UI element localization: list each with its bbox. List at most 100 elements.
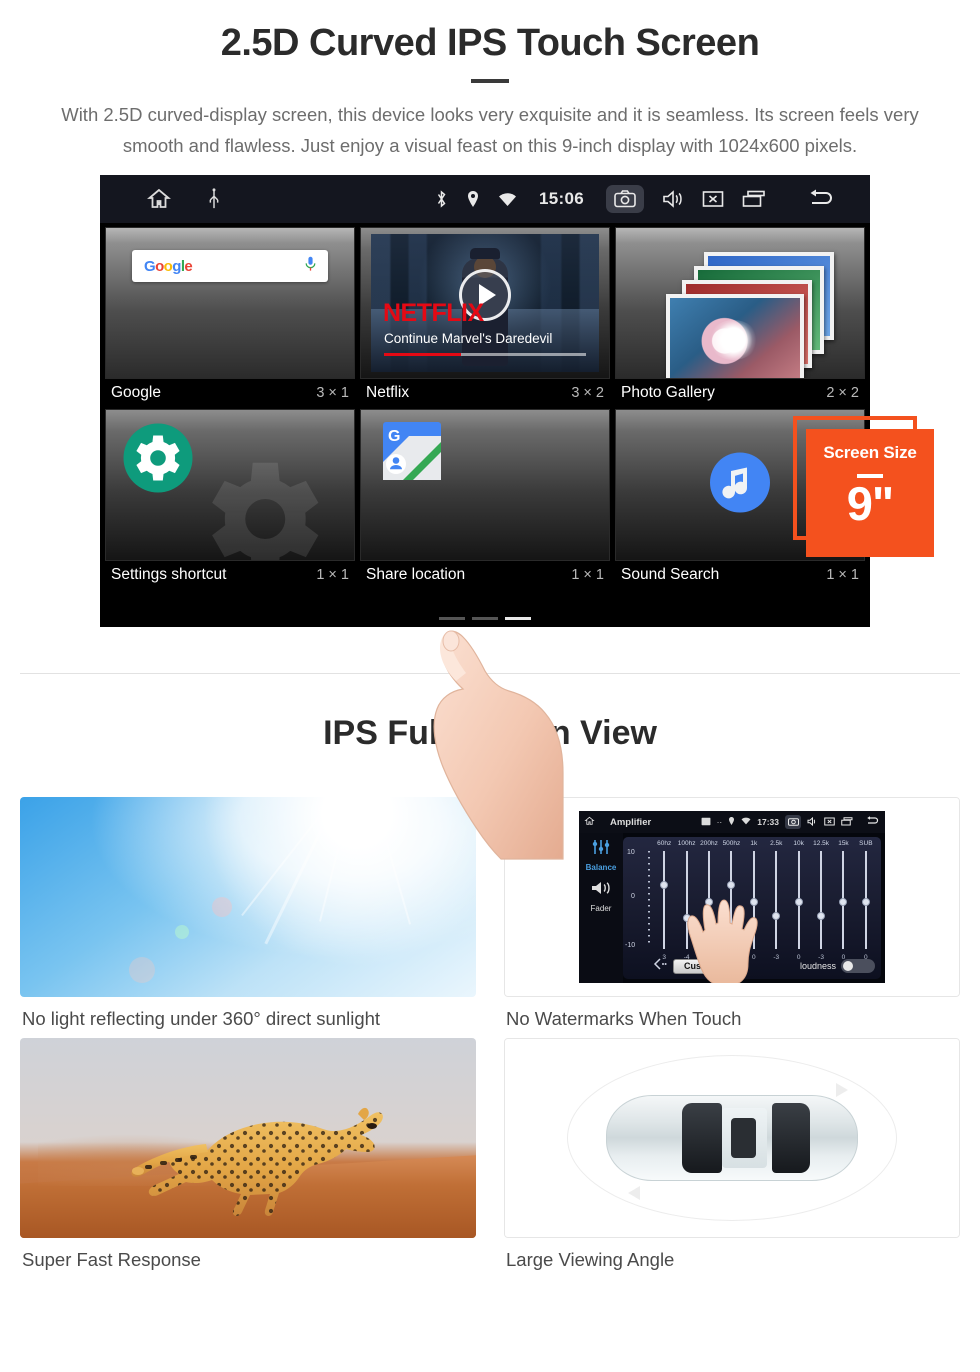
- share-location-widget-tile[interactable]: G: [360, 409, 610, 561]
- slider-knob[interactable]: [660, 881, 669, 890]
- close-box-icon[interactable]: [702, 190, 724, 208]
- camera-icon[interactable]: [606, 185, 644, 213]
- band-frequency: 2.5k: [770, 840, 783, 847]
- page-dot[interactable]: [472, 617, 498, 620]
- home-icon[interactable]: [146, 187, 172, 211]
- axis-label-mid: 0: [631, 893, 635, 900]
- widget-size: 3 × 2: [571, 385, 604, 401]
- feature-card-viewing-angle: Large Viewing Angle: [504, 1038, 960, 1271]
- widget-caption: Settings shortcut 1 × 1: [105, 561, 355, 591]
- speaker-icon[interactable]: [590, 880, 612, 901]
- screen-size-badge: Screen Size 9": [806, 429, 934, 557]
- widget-google[interactable]: Google Google 3 × 1: [105, 227, 355, 409]
- widget-name: Photo Gallery: [621, 384, 715, 401]
- feature-card-fast-response: Super Fast Response: [20, 1038, 476, 1271]
- sunlight-photo: [20, 797, 476, 997]
- feature-card-label: Large Viewing Angle: [506, 1249, 675, 1270]
- gear-icon-watermark: [184, 444, 334, 560]
- eq-slider: 0: [787, 851, 809, 961]
- android-head-unit-screen[interactable]: 15:06 Google Google 3 × 1 NETFLIX Contin…: [100, 175, 870, 627]
- widget-name: Netflix: [366, 384, 410, 401]
- settings-widget-tile[interactable]: [105, 409, 355, 561]
- google-widget-tile[interactable]: Google: [105, 227, 355, 379]
- loudness-toggle[interactable]: [841, 959, 875, 973]
- amplifier-ui[interactable]: Amplifier ·· 17:33 Balance Fader 10 0 -1…: [579, 811, 885, 983]
- screen-size-value: 9": [846, 476, 894, 530]
- sunlight-image-frame: [20, 797, 476, 997]
- slider-knob[interactable]: [817, 911, 826, 920]
- music-note-icon[interactable]: [709, 452, 771, 519]
- netflix-artwork: NETFLIX Continue Marvel's Daredevil: [371, 234, 599, 372]
- feature-card-label: No light reflecting under 360° direct su…: [22, 1008, 381, 1029]
- widget-size: 3 × 1: [316, 385, 349, 401]
- axis-ticks: [648, 851, 650, 947]
- back-icon[interactable]: [865, 816, 880, 828]
- bluetooth-icon: [435, 190, 448, 208]
- photo-gallery-widget-tile[interactable]: [615, 227, 865, 379]
- usb-icon: [206, 188, 222, 210]
- axis-label-max: 10: [627, 849, 635, 856]
- page-title: 2.5D Curved IPS Touch Screen: [220, 22, 760, 64]
- picture-icon: [701, 817, 711, 828]
- lens-flare: [175, 925, 190, 939]
- slider-track[interactable]: [663, 851, 666, 949]
- feature-card-label: Super Fast Response: [22, 1249, 201, 1270]
- amplifier-status-bar: Amplifier ·· 17:33: [579, 811, 885, 833]
- windshield: [682, 1102, 722, 1174]
- volume-icon[interactable]: [807, 816, 818, 828]
- amplifier-side-tabs: Balance Fader: [579, 833, 623, 983]
- slider-knob[interactable]: [861, 897, 870, 906]
- widget-share-location[interactable]: G Share location 1 × 1: [360, 409, 610, 591]
- gear-icon[interactable]: [122, 422, 194, 499]
- recent-apps-icon[interactable]: [841, 816, 853, 828]
- feature-card-label: No Watermarks When Touch: [506, 1008, 742, 1029]
- widget-settings-shortcut[interactable]: Settings shortcut 1 × 1: [105, 409, 355, 591]
- widget-name: Sound Search: [621, 566, 720, 583]
- close-box-icon[interactable]: [824, 817, 835, 828]
- section2-title: IPS Full Screen View: [323, 714, 657, 752]
- page-dot[interactable]: [439, 617, 465, 620]
- camera-icon[interactable]: [785, 815, 801, 829]
- sliders-icon[interactable]: [591, 839, 611, 860]
- location-icon: [728, 816, 735, 828]
- volume-icon[interactable]: [662, 190, 684, 208]
- feature-card-grid: No light reflecting under 360° direct su…: [20, 797, 960, 1271]
- status-bar-left-icons: [146, 187, 222, 211]
- google-logo: Google: [144, 257, 193, 275]
- tab-fader[interactable]: Fader: [591, 904, 612, 913]
- equalizer-axis: 10 0 -10: [625, 849, 653, 949]
- mic-icon[interactable]: [305, 256, 316, 277]
- page-dot-active[interactable]: [505, 617, 531, 620]
- widget-netflix[interactable]: NETFLIX Continue Marvel's Daredevil Netf…: [360, 227, 610, 409]
- sun-ray: [264, 808, 333, 945]
- amplifier-clock: 17:33: [757, 817, 779, 827]
- cheetah-silhouette: [131, 1107, 383, 1216]
- google-search-bar[interactable]: Google: [132, 250, 328, 282]
- recent-apps-icon[interactable]: [742, 190, 766, 208]
- slider-knob[interactable]: [839, 897, 848, 906]
- widget-name: Settings shortcut: [111, 566, 227, 583]
- tab-balance[interactable]: Balance: [586, 863, 617, 872]
- back-icon[interactable]: [806, 189, 836, 209]
- netflix-widget-tile[interactable]: NETFLIX Continue Marvel's Daredevil: [360, 227, 610, 379]
- widget-grid: Google Google 3 × 1 NETFLIX Continue Mar…: [100, 223, 870, 591]
- lens-flare: [129, 957, 156, 983]
- status-bar-clock: 15:06: [539, 189, 584, 208]
- loudness-control[interactable]: loudness: [800, 959, 875, 973]
- band-frequency: 60hz: [657, 840, 672, 847]
- section-divider: [20, 673, 960, 674]
- eq-slider: -3: [810, 851, 832, 961]
- screen-size-label: Screen Size: [823, 443, 917, 462]
- google-maps-icon[interactable]: G: [383, 422, 441, 480]
- page-indicator[interactable]: [439, 617, 531, 620]
- slider-knob[interactable]: [794, 897, 803, 906]
- photo-stack: [616, 228, 864, 378]
- home-icon[interactable]: [584, 816, 595, 828]
- feature-card-no-watermarks: Amplifier ·· 17:33 Balance Fader 10 0 -1…: [504, 797, 960, 1030]
- widget-photo-gallery[interactable]: Photo Gallery 2 × 2: [615, 227, 865, 409]
- netflix-progress-bar[interactable]: [384, 353, 586, 356]
- slider-track[interactable]: [820, 851, 823, 949]
- chevron-left-icon[interactable]: [653, 957, 667, 975]
- equalizer-frequency-labels: 60hz 100hz 200hz 500hz 1k 2.5k 10k 12.5k…: [653, 840, 877, 847]
- car-top-view-diagram: [505, 1039, 959, 1237]
